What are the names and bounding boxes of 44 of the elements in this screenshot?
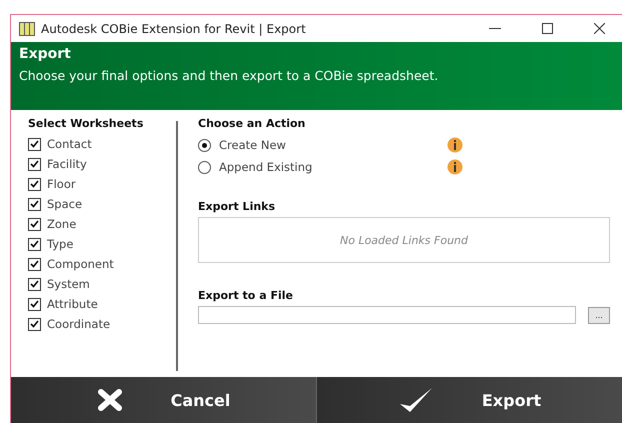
app-icon xyxy=(19,22,35,36)
info-icon[interactable] xyxy=(447,159,463,175)
close-icon[interactable] xyxy=(594,23,604,34)
browse-button[interactable]: ... xyxy=(588,306,610,324)
section-heading: Choose an Action xyxy=(198,117,306,130)
empty-message: No Loaded Links Found xyxy=(340,234,468,246)
checkbox[interactable] xyxy=(28,318,41,330)
checkbox[interactable] xyxy=(28,238,41,250)
checkbox[interactable] xyxy=(28,138,41,150)
minimize-icon[interactable] xyxy=(489,28,501,30)
checkbox[interactable] xyxy=(28,258,41,270)
checkbox[interactable] xyxy=(28,198,41,210)
header-subtitle: Choose your final options and then export to a COBie spreadsheet. xyxy=(19,68,440,83)
checkbox[interactable] xyxy=(28,158,41,170)
checkbox-label[interactable]: Floor xyxy=(47,177,76,191)
checkbox-label[interactable]: Coordinate xyxy=(47,317,110,331)
section-heading: Export Links xyxy=(198,200,276,213)
export-button[interactable]: Export xyxy=(317,377,622,423)
checkbox[interactable] xyxy=(28,218,41,230)
checkbox-label[interactable]: Contact xyxy=(47,137,92,151)
window-title: Autodesk COBie Extension for Revit | Export xyxy=(41,22,307,36)
checkbox-label[interactable]: Space xyxy=(47,197,82,211)
checkbox-label[interactable]: System xyxy=(47,277,90,291)
checkbox-label[interactable]: Facility xyxy=(47,157,87,171)
file-path-field[interactable] xyxy=(198,306,576,324)
section-heading: Select Worksheets xyxy=(28,117,144,130)
checkbox-label[interactable]: Component xyxy=(47,257,114,271)
checkbox[interactable] xyxy=(28,178,41,190)
checkbox-label[interactable]: Type xyxy=(47,237,74,251)
checkbox-label[interactable]: Zone xyxy=(47,217,76,231)
cancel-button[interactable]: Cancel xyxy=(11,377,317,423)
checkbox[interactable] xyxy=(28,278,41,290)
radio-button[interactable] xyxy=(198,160,211,174)
checkmark-icon xyxy=(398,386,434,414)
section-heading: Export to a File xyxy=(198,289,294,302)
checkbox-label[interactable]: Attribute xyxy=(47,297,98,311)
radio-button[interactable] xyxy=(198,138,211,152)
header-title: Export xyxy=(19,46,72,62)
checkbox[interactable] xyxy=(28,298,41,310)
radio-label[interactable]: Create New xyxy=(219,138,439,152)
radio-label[interactable]: Append Existing xyxy=(219,160,439,174)
close-icon xyxy=(96,389,123,411)
maximize-icon[interactable] xyxy=(542,23,552,34)
info-icon[interactable] xyxy=(447,137,463,153)
